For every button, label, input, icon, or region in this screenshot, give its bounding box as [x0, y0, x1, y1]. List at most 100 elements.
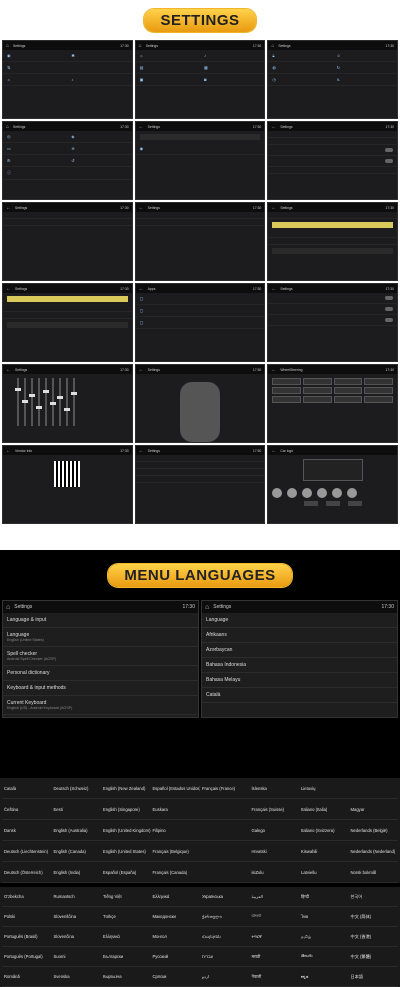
language-option[interactable]: Tiếng Việt [101, 887, 151, 907]
key-button[interactable] [272, 387, 301, 394]
language-option[interactable]: Español (España) [101, 862, 151, 883]
list-item[interactable]: Personal dictionary [3, 666, 198, 681]
language-option[interactable]: Svenska [51, 967, 101, 987]
language-option[interactable]: isiZulu [249, 862, 299, 883]
language-option[interactable]: Հայերեն [200, 927, 250, 947]
language-option[interactable]: Deutsch (Liechtenstein) [2, 841, 52, 862]
list-item[interactable]: ☼ [3, 74, 68, 86]
list-item[interactable]: ▤ [135, 62, 200, 74]
eq-slider[interactable] [22, 378, 28, 426]
list-item[interactable] [135, 469, 265, 476]
toggle[interactable] [385, 307, 393, 311]
car-logo-item[interactable] [287, 488, 298, 498]
list-item[interactable]: ⇅ [3, 62, 68, 74]
back-icon[interactable]: ← [271, 448, 276, 454]
eq-slider[interactable] [64, 378, 70, 426]
toggle[interactable] [385, 159, 393, 163]
language-option[interactable]: తెలుగు [299, 947, 349, 967]
car-logo-item[interactable] [272, 488, 283, 498]
language-option[interactable]: Italiano (Svizzera) [299, 820, 349, 841]
language-option[interactable]: Norsk bokmål [348, 862, 398, 883]
list-item[interactable]: ▦ [199, 62, 265, 74]
eq-slider[interactable] [15, 378, 21, 426]
language-option[interactable]: Bahasa Indonesia [202, 658, 397, 673]
back-icon[interactable]: ← [271, 367, 276, 373]
list-item[interactable]: ✱ [67, 50, 132, 62]
list-item[interactable]: ≋ [67, 143, 132, 155]
language-option[interactable]: 中文 (繁體) [348, 947, 398, 967]
list-item[interactable]: ▢ [135, 305, 265, 317]
language-option[interactable]: नेपाली [249, 967, 299, 987]
car-logo-item[interactable] [317, 488, 328, 498]
list-item[interactable]: ☺ [332, 50, 397, 62]
language-option[interactable]: Македонски [150, 907, 200, 927]
key-button[interactable] [364, 396, 393, 403]
back-icon[interactable]: ← [271, 124, 276, 130]
car-logo-item[interactable] [302, 488, 313, 498]
car-balance-diagram[interactable] [179, 382, 220, 442]
language-option[interactable] [348, 778, 398, 799]
language-option[interactable]: Afrikaans [202, 628, 397, 643]
eq-slider[interactable] [29, 378, 35, 426]
list-item[interactable]: 🔒︎ [268, 50, 333, 62]
list-item[interactable] [268, 156, 397, 167]
language-option[interactable]: Rumantsch [51, 887, 101, 907]
key-button[interactable] [272, 378, 301, 385]
list-item[interactable]: ▢ [135, 317, 265, 329]
language-option[interactable]: Português (Brasil) [2, 927, 52, 947]
list-item[interactable] [272, 248, 393, 254]
language-option[interactable] [200, 841, 250, 862]
language-option[interactable]: עברית [200, 947, 250, 967]
list-item[interactable]: ◉ [3, 50, 68, 62]
language-option[interactable]: Íslenska [249, 778, 299, 799]
language-option[interactable]: ไทย [299, 907, 349, 927]
toggle[interactable] [385, 148, 393, 152]
back-icon[interactable]: ← [6, 205, 11, 211]
list-item[interactable]: Keyboard & input methods [3, 681, 198, 696]
list-item[interactable] [135, 219, 265, 226]
language-option[interactable]: Español (Estados Unidos) [150, 778, 200, 799]
list-item[interactable] [268, 293, 397, 304]
language-option[interactable]: Dansk [2, 820, 52, 841]
language-option[interactable]: 中文 (简体) [348, 907, 398, 927]
language-option[interactable]: Italiano (Italia) [299, 799, 349, 820]
language-option[interactable]: தமிழ் [299, 927, 349, 947]
language-option[interactable]: Català [202, 688, 397, 703]
language-option[interactable]: 中文 (香港) [348, 927, 398, 947]
language-option[interactable]: Français (Canada) [150, 862, 200, 883]
list-item[interactable]: ⓘ [3, 167, 132, 180]
key-button[interactable] [302, 387, 332, 394]
language-option[interactable]: Deutsch (Österreich) [2, 862, 52, 883]
language-option[interactable]: Bahasa Melayu [202, 673, 397, 688]
list-item[interactable] [268, 167, 397, 174]
language-option[interactable]: Polski [2, 907, 52, 927]
language-option[interactable]: Latviešu [299, 862, 349, 883]
back-icon[interactable]: ← [139, 367, 144, 373]
back-icon[interactable]: ← [139, 124, 144, 130]
language-option[interactable]: Euskara [150, 799, 200, 820]
toggle[interactable] [385, 296, 393, 300]
language-option[interactable]: Azərbaycan [202, 643, 397, 658]
key-button[interactable] [333, 378, 363, 385]
list-item[interactable]: ☼ [135, 50, 200, 62]
language-option[interactable]: Kiswahili [299, 841, 349, 862]
list-item[interactable] [268, 138, 397, 145]
list-item[interactable]: ◎ [3, 131, 68, 143]
list-item[interactable] [268, 315, 397, 326]
apply-button[interactable] [303, 501, 318, 506]
language-option[interactable]: Deutsch (Schweiz) [51, 778, 101, 799]
language-option[interactable]: Türkçe [101, 907, 151, 927]
language-option[interactable] [200, 799, 250, 820]
list-item[interactable]: Current Keyboard English (US) - Android K… [3, 696, 198, 715]
language-option[interactable]: العربية [249, 887, 299, 907]
home-icon[interactable]: ⌂ [6, 604, 10, 611]
list-item[interactable] [268, 304, 397, 315]
language-option[interactable]: Slovenčina [51, 927, 101, 947]
list-item[interactable] [135, 476, 265, 483]
language-option[interactable]: ትግርኛ [249, 927, 299, 947]
list-item[interactable]: ↺ [67, 155, 132, 167]
back-icon[interactable]: ← [6, 448, 11, 454]
back-icon[interactable]: ← [139, 205, 144, 211]
language-option[interactable]: मराठी [249, 947, 299, 967]
language-option[interactable]: Nederlands (België) [348, 820, 398, 841]
